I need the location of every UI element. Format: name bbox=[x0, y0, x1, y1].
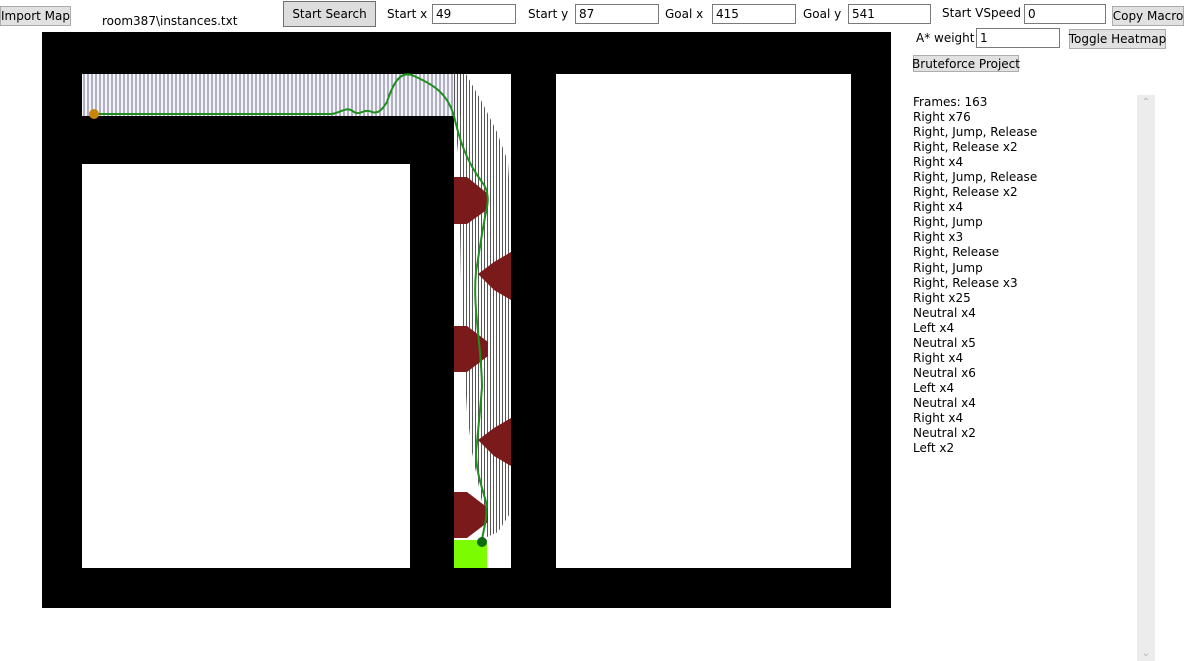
goal-y-input[interactable] bbox=[848, 4, 931, 24]
macro-step: Right, Release bbox=[913, 245, 1000, 260]
macro-step: Neutral x5 bbox=[913, 335, 976, 350]
macro-step: Right, Jump bbox=[913, 260, 983, 275]
goal-x-input[interactable] bbox=[712, 4, 796, 24]
start-search-button[interactable]: Start Search bbox=[283, 1, 376, 27]
macro-step: Right, Jump, Release bbox=[913, 170, 1038, 185]
room-right bbox=[556, 74, 851, 568]
macro-step: Left x4 bbox=[913, 380, 955, 395]
results-scrollbar[interactable]: ⌃ ⌄ bbox=[1137, 95, 1155, 661]
wall-ledge bbox=[82, 116, 454, 164]
goal-y-label: Goal y bbox=[803, 7, 842, 21]
chevron-up-icon[interactable]: ⌃ bbox=[1137, 97, 1155, 108]
macro-step: Right x4 bbox=[913, 410, 964, 425]
macro-step: Left x2 bbox=[913, 441, 955, 456]
macro-output-list: Frames: 163 Right x76 Right, Jump, Release… bbox=[913, 95, 1133, 456]
copy-macro-button[interactable]: Copy Macro bbox=[1112, 6, 1184, 26]
macro-step: Right, Jump bbox=[913, 215, 983, 230]
macro-step: Right, Release x2 bbox=[913, 140, 1018, 155]
import-map-button[interactable]: Import Map bbox=[0, 6, 71, 26]
macro-step: Neutral x6 bbox=[913, 365, 976, 380]
macro-step: Right x4 bbox=[913, 200, 964, 215]
start-x-label: Start x bbox=[387, 7, 428, 21]
start-marker bbox=[89, 109, 99, 119]
frame-count: Frames: 163 bbox=[913, 95, 988, 109]
start-y-input[interactable] bbox=[575, 4, 659, 24]
start-vspeed-input[interactable] bbox=[1024, 4, 1106, 24]
astar-weight-label: A* weight bbox=[916, 31, 975, 45]
macro-step: Neutral x4 bbox=[913, 395, 976, 410]
macro-step: Right x25 bbox=[913, 290, 971, 305]
room-left bbox=[82, 164, 410, 568]
explored-corridor bbox=[82, 74, 462, 116]
macro-step: Right x3 bbox=[913, 230, 964, 245]
macro-step: Right x4 bbox=[913, 155, 964, 170]
macro-step: Neutral x4 bbox=[913, 305, 976, 320]
file-path-label: room387\instances.txt bbox=[102, 14, 238, 28]
chevron-down-icon[interactable]: ⌄ bbox=[1137, 648, 1155, 659]
macro-step: Neutral x2 bbox=[913, 426, 976, 441]
macro-step: Right x4 bbox=[913, 350, 964, 365]
macro-step: Right, Jump, Release bbox=[913, 125, 1038, 140]
macro-step: Right, Release x2 bbox=[913, 185, 1018, 200]
macro-step: Left x4 bbox=[913, 320, 955, 335]
bruteforce-project-button[interactable]: Bruteforce Project bbox=[912, 55, 1020, 72]
toggle-heatmap-button[interactable]: Toggle Heatmap bbox=[1069, 29, 1166, 49]
goal-marker bbox=[477, 537, 487, 547]
macro-step: Right, Release x3 bbox=[913, 275, 1018, 290]
start-x-input[interactable] bbox=[432, 4, 516, 24]
macro-step: Right x76 bbox=[913, 110, 971, 125]
start-y-label: Start y bbox=[528, 7, 569, 21]
goal-x-label: Goal x bbox=[665, 7, 704, 21]
start-vspeed-label: Start VSpeed bbox=[942, 6, 1021, 20]
astar-weight-input[interactable] bbox=[976, 28, 1060, 48]
map-canvas[interactable] bbox=[42, 32, 891, 608]
